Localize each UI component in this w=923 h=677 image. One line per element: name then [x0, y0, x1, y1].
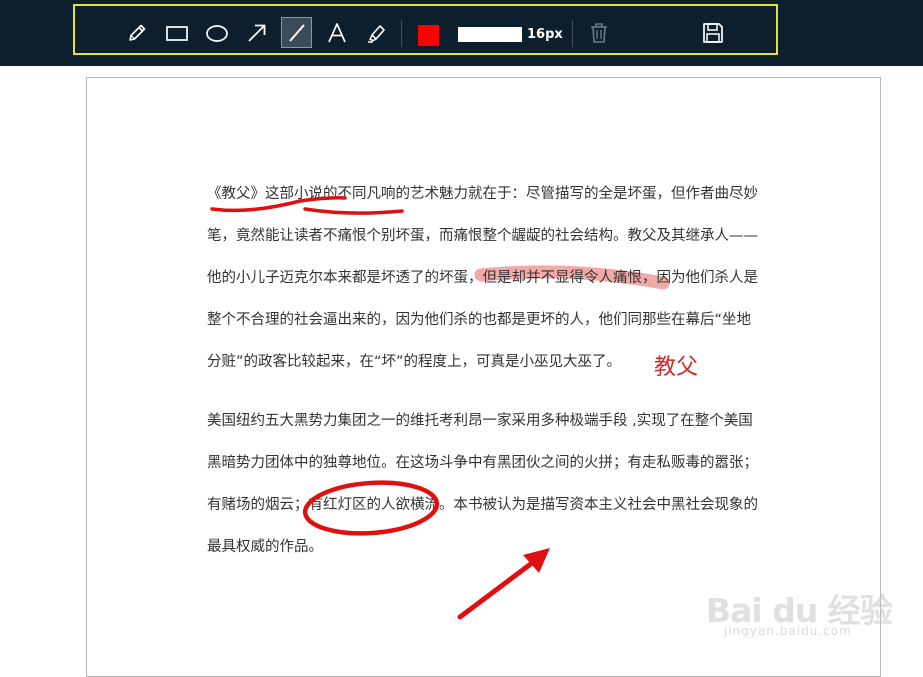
delete-button[interactable]: [585, 19, 613, 47]
highlighter-icon: [368, 25, 385, 43]
line-width-label: 16px: [527, 27, 563, 42]
pencil-tool[interactable]: [123, 19, 151, 47]
text-line: 黑暗势力团体中的独尊地位。在这场斗争中有黑团伙之间的火拼；有走私贩毒的嚣张；: [207, 455, 758, 471]
text-line: 整个不合理的社会逼出来的，因为他们杀的也都是更坏的人，他们同那些在幕后“坐地: [207, 312, 752, 328]
watermark: Bai du 经验 jingyan.baidu.com: [706, 570, 906, 660]
highlighter-tool[interactable]: [363, 19, 391, 47]
paragraph-2: 美国纽约五大黑势力集团之一的维托考利昂一家采用多种极端手段 ,实现了在整个美国黑…: [207, 412, 763, 580]
arrow-icon: [248, 24, 266, 42]
line-icon: [288, 23, 305, 42]
text-annotation: 教父: [654, 355, 699, 380]
top-bar: 16px: [0, 0, 923, 66]
text-line: 最具权威的作品。: [207, 539, 323, 555]
rectangle-tool[interactable]: [163, 19, 191, 47]
ellipse-icon: [206, 25, 228, 42]
annotation-toolbar: 16px: [73, 4, 778, 55]
save-button[interactable]: [699, 19, 727, 47]
text-line: 有赌场的烟云；有红灯区的人欲横流。本书被认为是描写资本主义社会中黑社会现象的: [207, 497, 758, 513]
line-width-slider[interactable]: [458, 27, 522, 42]
pencil-icon: [129, 24, 146, 41]
ellipse-tool[interactable]: [203, 19, 231, 47]
text-line: 《教父》这部小说的不同凡响的艺术魅力就在于：尽管描写的全是坏蛋，但作者曲尽妙: [207, 186, 758, 202]
text-tool[interactable]: [323, 19, 351, 47]
text-line: 笔，竟然能让读者不痛恨个别坏蛋，而痛恨整个龌龊的社会结构。教父及其继承人——: [207, 228, 758, 244]
trash-icon: [591, 23, 607, 43]
save-icon: [703, 23, 723, 43]
rectangle-icon: [166, 26, 188, 41]
toolbar-divider: [401, 20, 402, 47]
color-picker-swatch[interactable]: [418, 25, 439, 46]
arrow-tool[interactable]: [243, 19, 271, 47]
text-line: 美国纽约五大黑势力集团之一的维托考利昂一家采用多种极端手段 ,实现了在整个美国: [207, 413, 753, 429]
line-tool[interactable]: [281, 17, 312, 48]
text-line: 他的小儿子迈克尔本来都是坏透了的坏蛋，但是却并不显得令人痛恨，因为他们杀人是: [207, 270, 758, 286]
text-icon: [328, 23, 346, 43]
toolbar-divider: [572, 20, 573, 47]
watermark-url: jingyan.baidu.com: [724, 624, 852, 638]
